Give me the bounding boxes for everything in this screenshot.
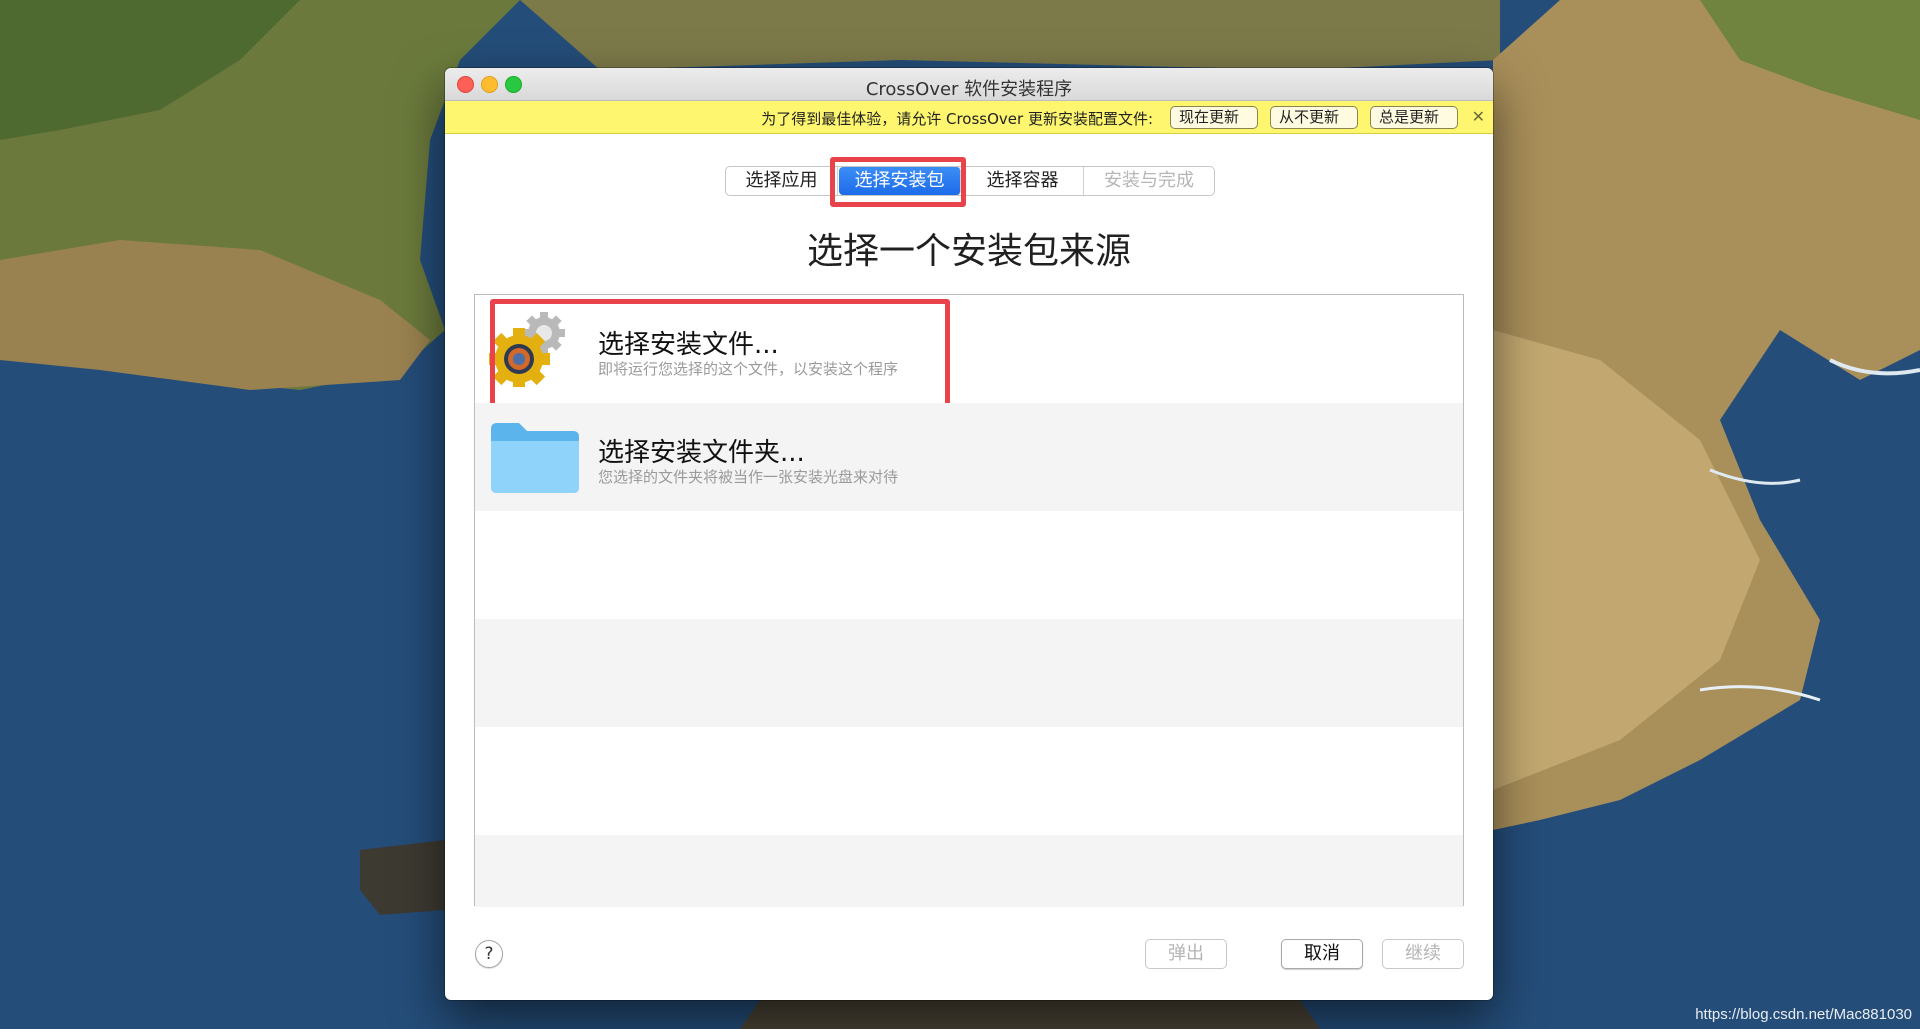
tab-select-app[interactable]: 选择应用 [726, 167, 838, 195]
tab-install-finish: 安装与完成 [1104, 170, 1194, 191]
folder-icon [489, 417, 579, 493]
never-update-button[interactable]: 从不更新 [1270, 106, 1358, 129]
notice-message: 为了得到最佳体验，请允许 CrossOver 更新安装配置文件: [761, 110, 1153, 128]
option-title: 选择安装文件夹... [598, 438, 805, 468]
help-button[interactable]: ? [475, 940, 503, 968]
close-notice-icon[interactable]: ✕ [1472, 107, 1485, 126]
tab-select-bottle[interactable]: 选择容器 [962, 167, 1084, 195]
list-empty-row [475, 727, 1463, 835]
installer-window: CrossOver 软件安装程序 为了得到最佳体验，请允许 CrossOver … [445, 68, 1493, 1000]
step-tabs: 选择应用 选择安装包 选择容器 安装与完成 [725, 166, 1215, 196]
always-update-button[interactable]: 总是更新 [1370, 106, 1458, 129]
eject-button: 弹出 [1145, 939, 1227, 969]
option-highlight-box [490, 299, 950, 409]
option-description: 您选择的文件夹将被当作一张安装光盘来对待 [598, 468, 899, 486]
cancel-button[interactable]: 取消 [1281, 939, 1363, 969]
window-title: CrossOver 软件安装程序 [865, 79, 1073, 100]
update-now-button[interactable]: 现在更新 [1170, 106, 1258, 129]
watermark-text: https://blog.csdn.net/Mac881030 [1695, 1006, 1912, 1023]
list-empty-row [475, 619, 1463, 727]
option-install-folder[interactable]: 选择安装文件夹... 您选择的文件夹将被当作一张安装光盘来对待 [475, 403, 1463, 511]
continue-button: 继续 [1382, 939, 1464, 969]
list-empty-row [475, 835, 1463, 907]
step-highlight-box [830, 157, 966, 207]
page-heading: 选择一个安装包来源 [806, 231, 1131, 272]
source-list: 选择安装文件... 即将运行您选择的这个文件，以安装这个程序 选择安装文件夹..… [474, 294, 1464, 907]
update-notice-bar: 为了得到最佳体验，请允许 CrossOver 更新安装配置文件: 现在更新 从不… [445, 101, 1493, 134]
list-empty-row [475, 511, 1463, 619]
title-bar[interactable]: CrossOver 软件安装程序 [445, 68, 1493, 101]
